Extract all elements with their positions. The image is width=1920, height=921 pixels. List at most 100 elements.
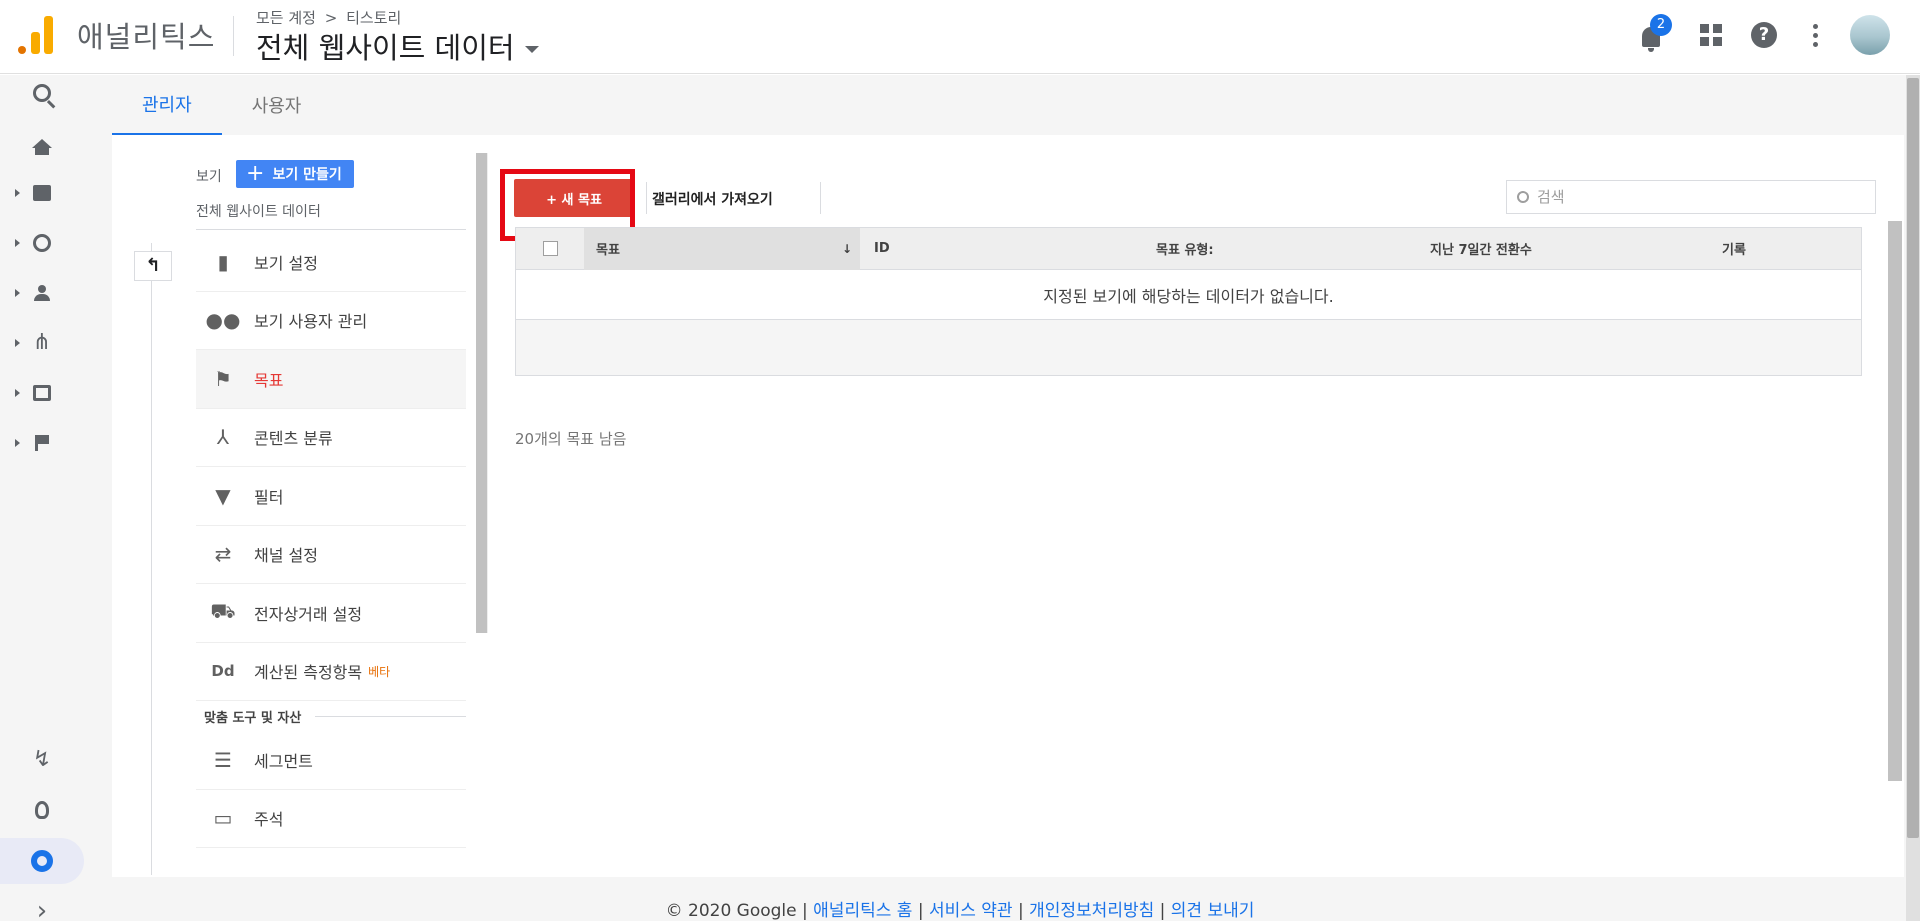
expand-arrow-icon — [15, 189, 20, 197]
menu-item-segments[interactable]: ☰ 세그먼트 — [196, 731, 466, 790]
channel-icon: ⇄ — [214, 542, 232, 567]
menu-item-label: 필터 — [254, 487, 284, 507]
toolbar-divider — [820, 182, 821, 214]
select-all-cell — [516, 228, 584, 270]
rail-behavior[interactable] — [0, 373, 84, 413]
menu-item-label: 콘텐츠 분류 — [254, 429, 333, 449]
rail-attribution[interactable]: ↯ — [0, 740, 84, 780]
footer-separator: | — [912, 901, 929, 921]
empty-message: 지정된 보기에 해당하는 데이터가 없습니다. — [516, 270, 1861, 320]
tab-admin[interactable]: 관리자 — [112, 75, 222, 135]
help-button[interactable]: ? — [1747, 18, 1781, 52]
analytics-logo-icon[interactable] — [18, 16, 54, 54]
search-input[interactable] — [1537, 188, 1857, 206]
menu-item-label: 보기 사용자 관리 — [254, 312, 368, 332]
page-scrollbar-thumb[interactable] — [1907, 78, 1919, 838]
rail-realtime[interactable] — [0, 223, 84, 263]
rail-conversions[interactable] — [0, 423, 84, 463]
rail-home[interactable] — [0, 123, 84, 163]
dashboard-icon — [33, 185, 51, 201]
menu-item-label: 계산된 측정항목 — [254, 663, 363, 683]
rail-admin[interactable] — [0, 841, 84, 881]
import-from-gallery-button[interactable]: 갤러리에서 가져오기 — [652, 189, 773, 209]
top-header: 애널리틱스 모든 계정 > 티스토리 전체 웹사이트 데이터 2 ? — [0, 0, 1920, 74]
menu-item-content-grouping[interactable]: ⅄ 콘텐츠 분류 — [196, 409, 466, 467]
menu-item-filters[interactable]: ▼ 필터 — [196, 467, 466, 526]
plus-icon: + — [246, 161, 265, 186]
create-view-button[interactable]: + 보기 만들기 — [236, 160, 354, 188]
select-all-checkbox[interactable] — [542, 241, 558, 256]
rail-acquisition[interactable]: ⋔ — [0, 323, 84, 363]
rail-customization[interactable] — [0, 173, 84, 213]
view-column: 보기 + 보기 만들기 전체 웹사이트 데이터 ▮ 보기 설정 ●● 보기 사용… — [196, 135, 466, 877]
expand-arrow-icon — [15, 339, 20, 347]
tab-user[interactable]: 사용자 — [222, 75, 332, 135]
menu-item-calculated-metrics[interactable]: Dd 계산된 측정항목 베타 — [196, 643, 466, 701]
home-icon — [32, 138, 52, 155]
menu-item-view-settings[interactable]: ▮ 보기 설정 — [196, 233, 466, 292]
column-header-history[interactable]: 기록 — [1610, 239, 1861, 258]
view-title: 전체 웹사이트 데이터 — [256, 31, 515, 65]
page-footer: © 2020 Google | 애널리틱스 홈 | 서비스 약관 | 개인정보처… — [0, 896, 1920, 921]
column-header-goal-type[interactable]: 목표 유형: — [1040, 239, 1320, 258]
admin-content: ↰ 보기 + 보기 만들기 전체 웹사이트 데이터 ▮ 보기 설정 ●● 보기 … — [112, 135, 1904, 877]
column-header-goal[interactable]: 목표 ↓ — [584, 227, 860, 270]
back-button[interactable]: ↰ — [134, 251, 172, 281]
footer-link-analytics-home[interactable]: 애널리틱스 홈 — [813, 901, 912, 921]
sort-down-icon: ↓ — [841, 241, 852, 256]
cart-icon: ⛟ — [210, 599, 236, 624]
column-header-id[interactable]: ID — [860, 241, 1040, 256]
goals-table: 목표 ↓ ID 목표 유형: 지난 7일간 전환수 기록 지정된 보기에 해당하… — [515, 227, 1862, 376]
tree-connector — [151, 243, 152, 875]
flag-icon — [35, 435, 49, 451]
filter-icon: ▼ — [215, 483, 231, 508]
menu-item-label: 전자상거래 설정 — [254, 604, 363, 624]
search-icon — [33, 84, 51, 102]
app-name[interactable]: 애널리틱스 — [77, 14, 215, 56]
table-header: 목표 ↓ ID 목표 유형: 지난 7일간 전환수 기록 — [516, 227, 1861, 270]
column-scrollbar[interactable] — [476, 153, 488, 633]
more-options-button[interactable] — [1798, 18, 1832, 52]
goals-panel: + 새 목표 갤러리에서 가져오기 목표 ↓ — [500, 169, 1886, 448]
column-header-label: 목표 — [596, 243, 620, 258]
account-avatar[interactable] — [1850, 15, 1890, 55]
rail-search[interactable] — [0, 73, 84, 113]
menu-item-view-user-management[interactable]: ●● 보기 사용자 관리 — [196, 292, 466, 350]
rail-discover[interactable] — [0, 790, 84, 830]
caret-down-icon — [524, 45, 539, 53]
menu-item-channel-settings[interactable]: ⇄ 채널 설정 — [196, 526, 466, 584]
expand-arrow-icon — [15, 439, 20, 447]
expand-arrow-icon — [15, 289, 20, 297]
goals-search[interactable] — [1506, 180, 1876, 214]
footer-separator: | — [796, 901, 814, 921]
expand-arrow-icon — [15, 239, 20, 247]
acquisition-icon: ⋔ — [32, 330, 52, 355]
view-settings-menu: ▮ 보기 설정 ●● 보기 사용자 관리 ⚑ 목표 ⅄ 콘텐츠 분류 ▼ 필터 … — [196, 233, 466, 848]
section-title: 맞춤 도구 및 자산 — [196, 701, 466, 731]
menu-item-label: 주석 — [254, 810, 284, 830]
search-icon — [1517, 191, 1529, 203]
column-header-conversions[interactable]: 지난 7일간 전환수 — [1320, 239, 1610, 258]
create-view-label: 보기 만들기 — [272, 167, 342, 183]
footer-link-privacy[interactable]: 개인정보처리방침 — [1029, 901, 1154, 921]
clock-icon — [33, 234, 51, 252]
footer-link-terms[interactable]: 서비스 약관 — [929, 901, 1013, 921]
menu-item-annotations[interactable]: ▭ 주석 — [196, 790, 466, 848]
annotation-icon: ▭ — [213, 806, 233, 831]
menu-item-goals[interactable]: ⚑ 목표 — [196, 350, 466, 409]
panel-scrollbar[interactable] — [1888, 221, 1902, 781]
apps-button[interactable] — [1694, 18, 1728, 52]
view-selector[interactable]: 전체 웹사이트 데이터 — [256, 25, 539, 67]
behavior-icon — [33, 385, 51, 401]
footer-separator: | — [1012, 901, 1030, 921]
flag-icon: ⚑ — [214, 366, 232, 391]
toolbar-divider — [646, 182, 647, 214]
people-icon: ●● — [205, 308, 241, 333]
gear-icon — [31, 850, 53, 872]
menu-item-ecommerce-settings[interactable]: ⛟ 전자상거래 설정 — [196, 584, 466, 643]
person-icon — [34, 285, 50, 301]
admin-tabs: 관리자 사용자 — [112, 75, 331, 135]
footer-link-feedback[interactable]: 의견 보내기 — [1171, 901, 1255, 921]
rail-audience[interactable] — [0, 273, 84, 313]
goals-toolbar: + 새 목표 갤러리에서 가져오기 — [500, 169, 1886, 241]
